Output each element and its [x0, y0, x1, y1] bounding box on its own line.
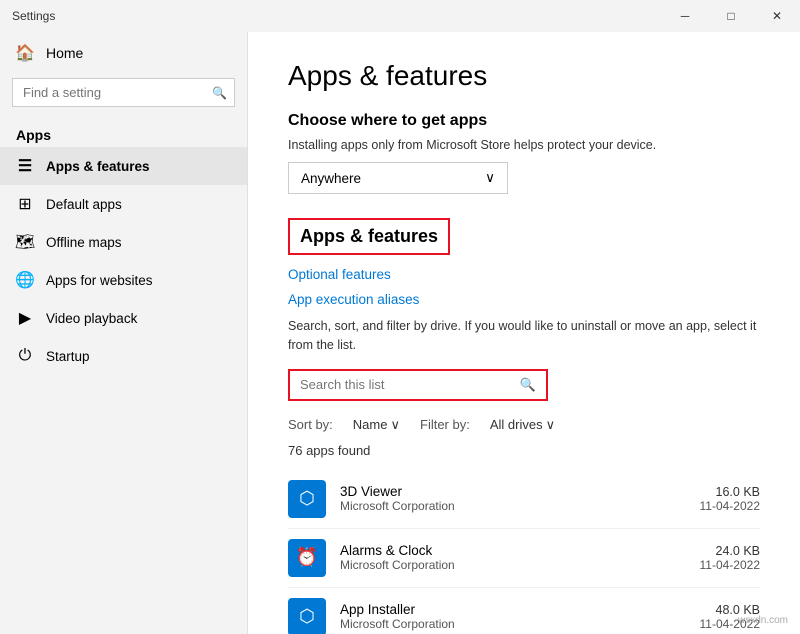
sidebar-search-container: 🔍: [12, 78, 235, 107]
close-button[interactable]: ✕: [754, 0, 800, 32]
app-date: 11-04-2022: [700, 499, 761, 513]
sidebar-item-default-apps[interactable]: ⊞ Default apps: [0, 185, 247, 223]
titlebar-title: Settings: [12, 9, 55, 23]
app-meta: 16.0 KB 11-04-2022: [700, 485, 761, 513]
anywhere-dropdown[interactable]: Anywhere ∨: [288, 162, 508, 194]
sort-chevron-icon: ∨: [390, 417, 400, 433]
apps-features-icon: ☰: [16, 157, 34, 175]
sidebar-apps-features-label: Apps & features: [46, 159, 150, 174]
watermark: wsxdn.com: [738, 615, 788, 626]
optional-features-link[interactable]: Optional features: [288, 267, 760, 282]
chevron-down-icon: ∨: [485, 170, 495, 186]
page-title: Apps & features: [288, 60, 760, 92]
sidebar-item-home[interactable]: 🏠 Home: [0, 32, 247, 74]
sidebar: 🏠 Home 🔍 Apps ☰ Apps & features ⊞ Defaul…: [0, 32, 248, 634]
search-icon: 🔍: [212, 86, 227, 100]
default-apps-icon: ⊞: [16, 195, 34, 213]
app-list-item[interactable]: ⬡ App Installer Microsoft Corporation 48…: [288, 588, 760, 634]
video-playback-icon: ▶: [16, 309, 34, 327]
app-list-item[interactable]: ⏰ Alarms & Clock Microsoft Corporation 2…: [288, 529, 760, 588]
app-execution-link[interactable]: App execution aliases: [288, 292, 760, 307]
app-name: Alarms & Clock: [340, 543, 686, 558]
titlebar: Settings ─ □ ✕: [0, 0, 800, 32]
filter-value: All drives: [490, 417, 543, 432]
sidebar-offline-maps-label: Offline maps: [46, 235, 122, 250]
sidebar-item-video-playback[interactable]: ▶ Video playback: [0, 299, 247, 337]
app-icon: ⬡: [288, 480, 326, 518]
app-icon: ⬡: [288, 598, 326, 634]
sort-label: Sort by:: [288, 417, 333, 432]
home-icon: 🏠: [16, 44, 34, 62]
titlebar-controls: ─ □ ✕: [662, 0, 800, 32]
app-meta: 24.0 KB 11-04-2022: [700, 544, 761, 572]
apps-features-heading: Apps & features: [288, 218, 450, 255]
offline-maps-icon: 🗺: [16, 233, 34, 251]
app-publisher: Microsoft Corporation: [340, 558, 686, 572]
minimize-button[interactable]: ─: [662, 0, 708, 32]
app-name: App Installer: [340, 602, 686, 617]
sidebar-apps-websites-label: Apps for websites: [46, 273, 153, 288]
app-date: 11-04-2022: [700, 558, 761, 572]
app-list: ⬡ 3D Viewer Microsoft Corporation 16.0 K…: [288, 470, 760, 634]
app-info: Alarms & Clock Microsoft Corporation: [340, 543, 686, 572]
apps-websites-icon: 🌐: [16, 271, 34, 289]
sidebar-home-label: Home: [46, 45, 83, 61]
filter-chevron-icon: ∨: [546, 417, 556, 433]
sort-name-button[interactable]: Name ∨: [353, 417, 400, 433]
app-icon: ⏰: [288, 539, 326, 577]
sidebar-default-apps-label: Default apps: [46, 197, 122, 212]
sidebar-item-apps-features[interactable]: ☰ Apps & features: [0, 147, 247, 185]
find-setting-input[interactable]: [12, 78, 235, 107]
app-size: 16.0 KB: [700, 485, 761, 499]
sidebar-startup-label: Startup: [46, 349, 90, 364]
description-text: Search, sort, and filter by drive. If yo…: [288, 317, 760, 355]
sidebar-item-apps-websites[interactable]: 🌐 Apps for websites: [0, 261, 247, 299]
filter-label: Filter by:: [420, 417, 470, 432]
app-list-item[interactable]: ⬡ 3D Viewer Microsoft Corporation 16.0 K…: [288, 470, 760, 529]
app-size: 24.0 KB: [700, 544, 761, 558]
app-name: 3D Viewer: [340, 484, 686, 499]
filter-drives-button[interactable]: All drives ∨: [490, 417, 555, 433]
sort-filter-row: Sort by: Name ∨ Filter by: All drives ∨: [288, 417, 760, 433]
search-list-container: 🔍: [288, 369, 548, 401]
main-content: Apps & features Choose where to get apps…: [248, 32, 800, 634]
sort-value: Name: [353, 417, 388, 432]
app-info: App Installer Microsoft Corporation: [340, 602, 686, 631]
app-info: 3D Viewer Microsoft Corporation: [340, 484, 686, 513]
sidebar-video-playback-label: Video playback: [46, 311, 137, 326]
sidebar-item-offline-maps[interactable]: 🗺 Offline maps: [0, 223, 247, 261]
startup-icon: ⏻: [16, 347, 34, 365]
app-container: 🏠 Home 🔍 Apps ☰ Apps & features ⊞ Defaul…: [0, 32, 800, 634]
choose-subtitle: Choose where to get apps: [288, 112, 760, 130]
sidebar-item-startup[interactable]: ⏻ Startup: [0, 337, 247, 375]
sidebar-section-label: Apps: [0, 119, 247, 147]
dropdown-value: Anywhere: [301, 171, 361, 186]
install-info-text: Installing apps only from Microsoft Stor…: [288, 138, 760, 152]
search-list-icon: 🔍: [520, 377, 536, 393]
search-list-input[interactable]: [300, 377, 520, 392]
app-publisher: Microsoft Corporation: [340, 499, 686, 513]
maximize-button[interactable]: □: [708, 0, 754, 32]
apps-count: 76 apps found: [288, 443, 760, 458]
app-publisher: Microsoft Corporation: [340, 617, 686, 631]
